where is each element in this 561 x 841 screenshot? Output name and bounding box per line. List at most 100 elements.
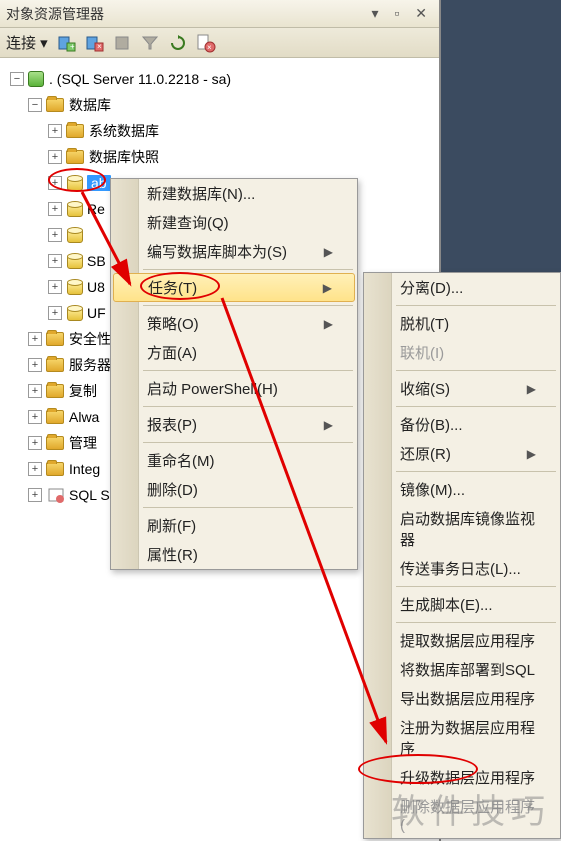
menu-reports[interactable]: 报表(P)▶ bbox=[111, 410, 357, 439]
menu-separator bbox=[143, 305, 353, 306]
submenu-arrow-icon: ▶ bbox=[324, 418, 333, 432]
expander-icon[interactable]: + bbox=[28, 358, 42, 372]
menu-separator bbox=[396, 305, 556, 306]
menu-mirror-monitor[interactable]: 启动数据库镜像监视器 bbox=[364, 504, 560, 554]
menu-restore[interactable]: 还原(R)▶ bbox=[364, 439, 560, 468]
stop-icon[interactable] bbox=[112, 33, 132, 53]
submenu-arrow-icon: ▶ bbox=[324, 317, 333, 331]
folder-icon bbox=[46, 410, 64, 424]
menu-mirror[interactable]: 镜像(M)... bbox=[364, 475, 560, 504]
tasks-submenu: 分离(D)... 脱机(T) 联机(I) 收缩(S)▶ 备份(B)... 还原(… bbox=[363, 272, 561, 839]
menu-ship-log[interactable]: 传送事务日志(L)... bbox=[364, 554, 560, 583]
expander-icon[interactable]: − bbox=[28, 98, 42, 112]
tree-label: 服务器 bbox=[69, 355, 111, 375]
tree-label: Alwa bbox=[69, 409, 99, 425]
menu-shrink[interactable]: 收缩(S)▶ bbox=[364, 374, 560, 403]
menu-properties[interactable]: 属性(R) bbox=[111, 540, 357, 569]
tree-label: 复制 bbox=[69, 381, 97, 401]
menu-separator bbox=[396, 406, 556, 407]
watermark-text: 软件技巧 bbox=[391, 784, 551, 833]
menu-rename[interactable]: 重命名(M) bbox=[111, 446, 357, 475]
menu-delete[interactable]: 删除(D) bbox=[111, 475, 357, 504]
expander-icon[interactable]: + bbox=[48, 150, 62, 164]
tree-label: 管理 bbox=[69, 433, 97, 453]
remove-server-icon[interactable]: × bbox=[84, 33, 104, 53]
svg-text:+: + bbox=[70, 42, 75, 51]
folder-icon bbox=[46, 462, 64, 476]
menu-new-database[interactable]: 新建数据库(N)... bbox=[111, 179, 357, 208]
expander-icon[interactable]: + bbox=[28, 384, 42, 398]
panel-title-icons[interactable]: ▾ ▫ ✕ bbox=[372, 5, 434, 22]
annotation-circle bbox=[358, 754, 478, 784]
tree-snapshots[interactable]: + 数据库快照 bbox=[4, 144, 439, 170]
script-icon[interactable]: × bbox=[196, 33, 216, 53]
tree-label: 数据库 bbox=[69, 95, 111, 115]
menu-separator bbox=[143, 269, 353, 270]
tree-label: 安全性 bbox=[69, 329, 111, 349]
filter-icon[interactable] bbox=[140, 33, 160, 53]
menu-offline[interactable]: 脱机(T) bbox=[364, 309, 560, 338]
menu-backup[interactable]: 备份(B)... bbox=[364, 410, 560, 439]
menu-gen-script[interactable]: 生成脚本(E)... bbox=[364, 590, 560, 619]
tree-label: U8 bbox=[87, 279, 105, 295]
folder-icon bbox=[46, 358, 64, 372]
menu-facets[interactable]: 方面(A) bbox=[111, 338, 357, 367]
expander-icon[interactable]: + bbox=[48, 124, 62, 138]
menu-export-dac[interactable]: 导出数据层应用程序 bbox=[364, 684, 560, 713]
tree-system-databases[interactable]: + 系统数据库 bbox=[4, 118, 439, 144]
folder-icon bbox=[46, 384, 64, 398]
database-icon bbox=[66, 227, 82, 243]
database-icon bbox=[66, 279, 82, 295]
submenu-arrow-icon: ▶ bbox=[527, 382, 536, 396]
folder-icon bbox=[66, 150, 84, 164]
tree-databases-folder[interactable]: − 数据库 bbox=[4, 92, 439, 118]
tree-root-server[interactable]: − . (SQL Server 11.0.2218 - sa) bbox=[4, 66, 439, 92]
menu-separator bbox=[143, 406, 353, 407]
expander-icon[interactable]: + bbox=[48, 254, 62, 268]
folder-icon bbox=[46, 98, 64, 112]
folder-icon bbox=[66, 124, 84, 138]
tree-label: 数据库快照 bbox=[89, 147, 159, 167]
menu-deploy-sql[interactable]: 将数据库部署到SQL bbox=[364, 655, 560, 684]
annotation-circle bbox=[48, 168, 106, 192]
expander-icon[interactable]: + bbox=[48, 228, 62, 242]
database-icon bbox=[66, 305, 82, 321]
submenu-arrow-icon: ▶ bbox=[324, 245, 333, 259]
connect-toolbar: 连接 ▾ + × × bbox=[0, 28, 439, 58]
menu-script-as[interactable]: 编写数据库脚本为(S)▶ bbox=[111, 237, 357, 266]
tree-label: SB bbox=[87, 253, 106, 269]
database-context-menu: 新建数据库(N)... 新建查询(Q) 编写数据库脚本为(S)▶ 任务(T)▶ … bbox=[110, 178, 358, 570]
expander-icon[interactable]: + bbox=[28, 332, 42, 346]
tree-label: UF bbox=[87, 305, 106, 321]
expander-icon[interactable]: + bbox=[48, 280, 62, 294]
expander-icon[interactable]: + bbox=[48, 202, 62, 216]
menu-powershell[interactable]: 启动 PowerShell(H) bbox=[111, 374, 357, 403]
svg-text:×: × bbox=[97, 42, 102, 51]
server-icon bbox=[28, 71, 44, 87]
expander-icon[interactable]: + bbox=[48, 306, 62, 320]
sql-agent-icon bbox=[46, 485, 66, 505]
menu-policies[interactable]: 策略(O)▶ bbox=[111, 309, 357, 338]
folder-icon bbox=[46, 332, 64, 346]
folder-icon bbox=[46, 436, 64, 450]
refresh-icon[interactable] bbox=[168, 33, 188, 53]
menu-extract-dac[interactable]: 提取数据层应用程序 bbox=[364, 626, 560, 655]
expander-icon[interactable]: + bbox=[28, 488, 42, 502]
expander-icon[interactable]: − bbox=[10, 72, 24, 86]
expander-icon[interactable]: + bbox=[28, 410, 42, 424]
submenu-arrow-icon: ▶ bbox=[527, 447, 536, 461]
menu-detach[interactable]: 分离(D)... bbox=[364, 273, 560, 302]
menu-refresh[interactable]: 刷新(F) bbox=[111, 511, 357, 540]
connect-dropdown[interactable]: 连接 ▾ bbox=[6, 32, 48, 53]
expander-icon[interactable]: + bbox=[28, 436, 42, 450]
menu-new-query[interactable]: 新建查询(Q) bbox=[111, 208, 357, 237]
database-icon bbox=[66, 253, 82, 269]
menu-separator bbox=[396, 586, 556, 587]
expander-icon[interactable]: + bbox=[28, 462, 42, 476]
menu-separator bbox=[396, 370, 556, 371]
menu-separator bbox=[396, 471, 556, 472]
add-server-icon[interactable]: + bbox=[56, 33, 76, 53]
menu-separator bbox=[143, 507, 353, 508]
database-icon bbox=[66, 201, 82, 217]
tree-label: 系统数据库 bbox=[89, 121, 159, 141]
